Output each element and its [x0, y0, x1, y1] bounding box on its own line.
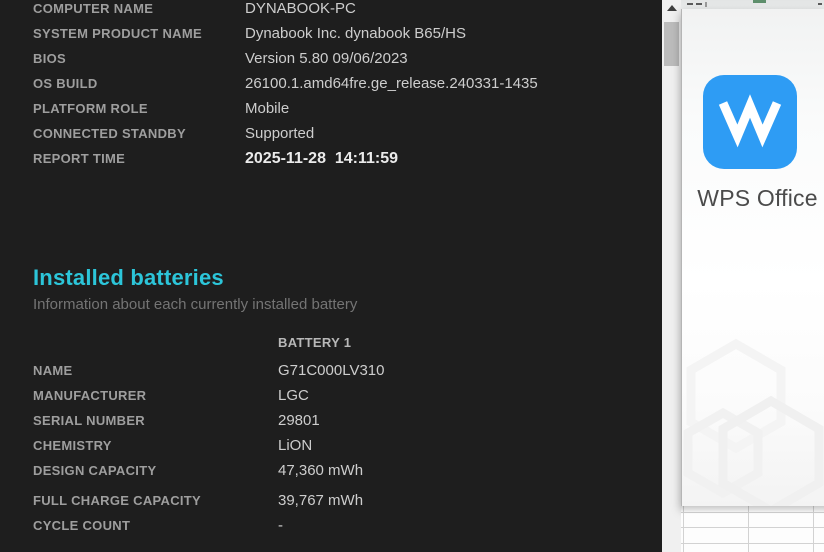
table-row: MANUFACTURER LGC: [33, 383, 653, 408]
table-row: OS BUILD 26100.1.amd64fre.ge_release.240…: [33, 71, 653, 96]
battery-column-header: BATTERY 1: [278, 330, 351, 355]
table-row: CHEMISTRY LiON: [33, 433, 653, 458]
row-label: PLATFORM ROLE: [33, 101, 245, 116]
window-control-mark: [696, 3, 702, 5]
wps-logo-icon: [703, 75, 797, 169]
row-value: G71C000LV310: [278, 362, 384, 379]
row-value: 47,360 mWh: [278, 462, 363, 479]
table-row: BIOS Version 5.80 09/06/2023: [33, 46, 653, 71]
row-label: CONNECTED STANDBY: [33, 126, 245, 141]
row-value: LGC: [278, 387, 309, 404]
row-label: DESIGN CAPACITY: [33, 463, 278, 478]
wps-w-glyph: [703, 75, 797, 169]
vertical-scrollbar[interactable]: [662, 0, 681, 552]
wps-splash-window: WPS Office: [681, 9, 824, 506]
window-control-mark: [818, 3, 822, 5]
installed-batteries-heading: Installed batteries: [33, 265, 224, 291]
table-row: DESIGN CAPACITY 47,360 mWh: [33, 458, 653, 483]
grid-line: [681, 527, 824, 528]
row-value: Supported: [245, 125, 314, 142]
scrollbar-thumb[interactable]: [664, 22, 679, 66]
row-label: NAME: [33, 363, 278, 378]
sheet-tab-mark: [753, 0, 766, 3]
row-label: COMPUTER NAME: [33, 1, 245, 16]
row-value: DYNABOOK-PC: [245, 0, 356, 17]
row-label: MANUFACTURER: [33, 388, 278, 403]
table-row: CONNECTED STANDBY Supported: [33, 121, 653, 146]
table-row: SERIAL NUMBER 29801: [33, 408, 653, 433]
scroll-up-button[interactable]: [662, 0, 681, 15]
table-row: SYSTEM PRODUCT NAME Dynabook Inc. dynabo…: [33, 21, 653, 46]
row-value: Version 5.80 09/06/2023: [245, 50, 408, 67]
window-control-mark: [687, 3, 693, 5]
battery-report-pane: COMPUTER NAME DYNABOOK-PC SYSTEM PRODUCT…: [0, 0, 662, 552]
grid-line: [681, 543, 824, 544]
table-row: CYCLE COUNT -: [33, 513, 653, 538]
row-value: -: [278, 517, 283, 534]
row-label: FULL CHARGE CAPACITY: [33, 493, 278, 508]
scroll-up-icon: [667, 5, 677, 11]
row-label: CYCLE COUNT: [33, 518, 278, 533]
row-value: Mobile: [245, 100, 289, 117]
row-value: 26100.1.amd64fre.ge_release.240331-1435: [245, 75, 538, 92]
row-label: BIOS: [33, 51, 245, 66]
row-value: LiON: [278, 437, 312, 454]
row-label: OS BUILD: [33, 76, 245, 91]
table-row: NAME G71C000LV310: [33, 358, 653, 383]
battery-info-table: NAME G71C000LV310 MANUFACTURER LGC SERIA…: [33, 358, 653, 538]
row-value: Dynabook Inc. dynabook B65/HS: [245, 25, 466, 42]
row-label: SYSTEM PRODUCT NAME: [33, 26, 245, 41]
table-row: PLATFORM ROLE Mobile: [33, 96, 653, 121]
row-label: CHEMISTRY: [33, 438, 278, 453]
row-value: 39,767 mWh: [278, 492, 363, 509]
table-row: REPORT TIME 2025-11-28 14:11:59: [33, 146, 653, 171]
background-window-top-strip: [681, 0, 824, 9]
spreadsheet-grid: [681, 506, 824, 552]
wps-app-name: WPS Office: [686, 185, 824, 212]
system-info-table: COMPUTER NAME DYNABOOK-PC SYSTEM PRODUCT…: [33, 0, 653, 171]
installed-batteries-subtitle: Information about each currently install…: [33, 296, 357, 313]
window-control-mark: [705, 2, 707, 7]
row-label: REPORT TIME: [33, 151, 245, 166]
row-value: 29801: [278, 412, 320, 429]
row-value: 2025-11-28 14:11:59: [245, 150, 398, 168]
splash-drop-shadow: [681, 506, 824, 514]
table-row: FULL CHARGE CAPACITY 39,767 mWh: [33, 488, 653, 513]
table-row: COMPUTER NAME DYNABOOK-PC: [33, 0, 653, 21]
row-label: SERIAL NUMBER: [33, 413, 278, 428]
screen: COMPUTER NAME DYNABOOK-PC SYSTEM PRODUCT…: [0, 0, 824, 552]
